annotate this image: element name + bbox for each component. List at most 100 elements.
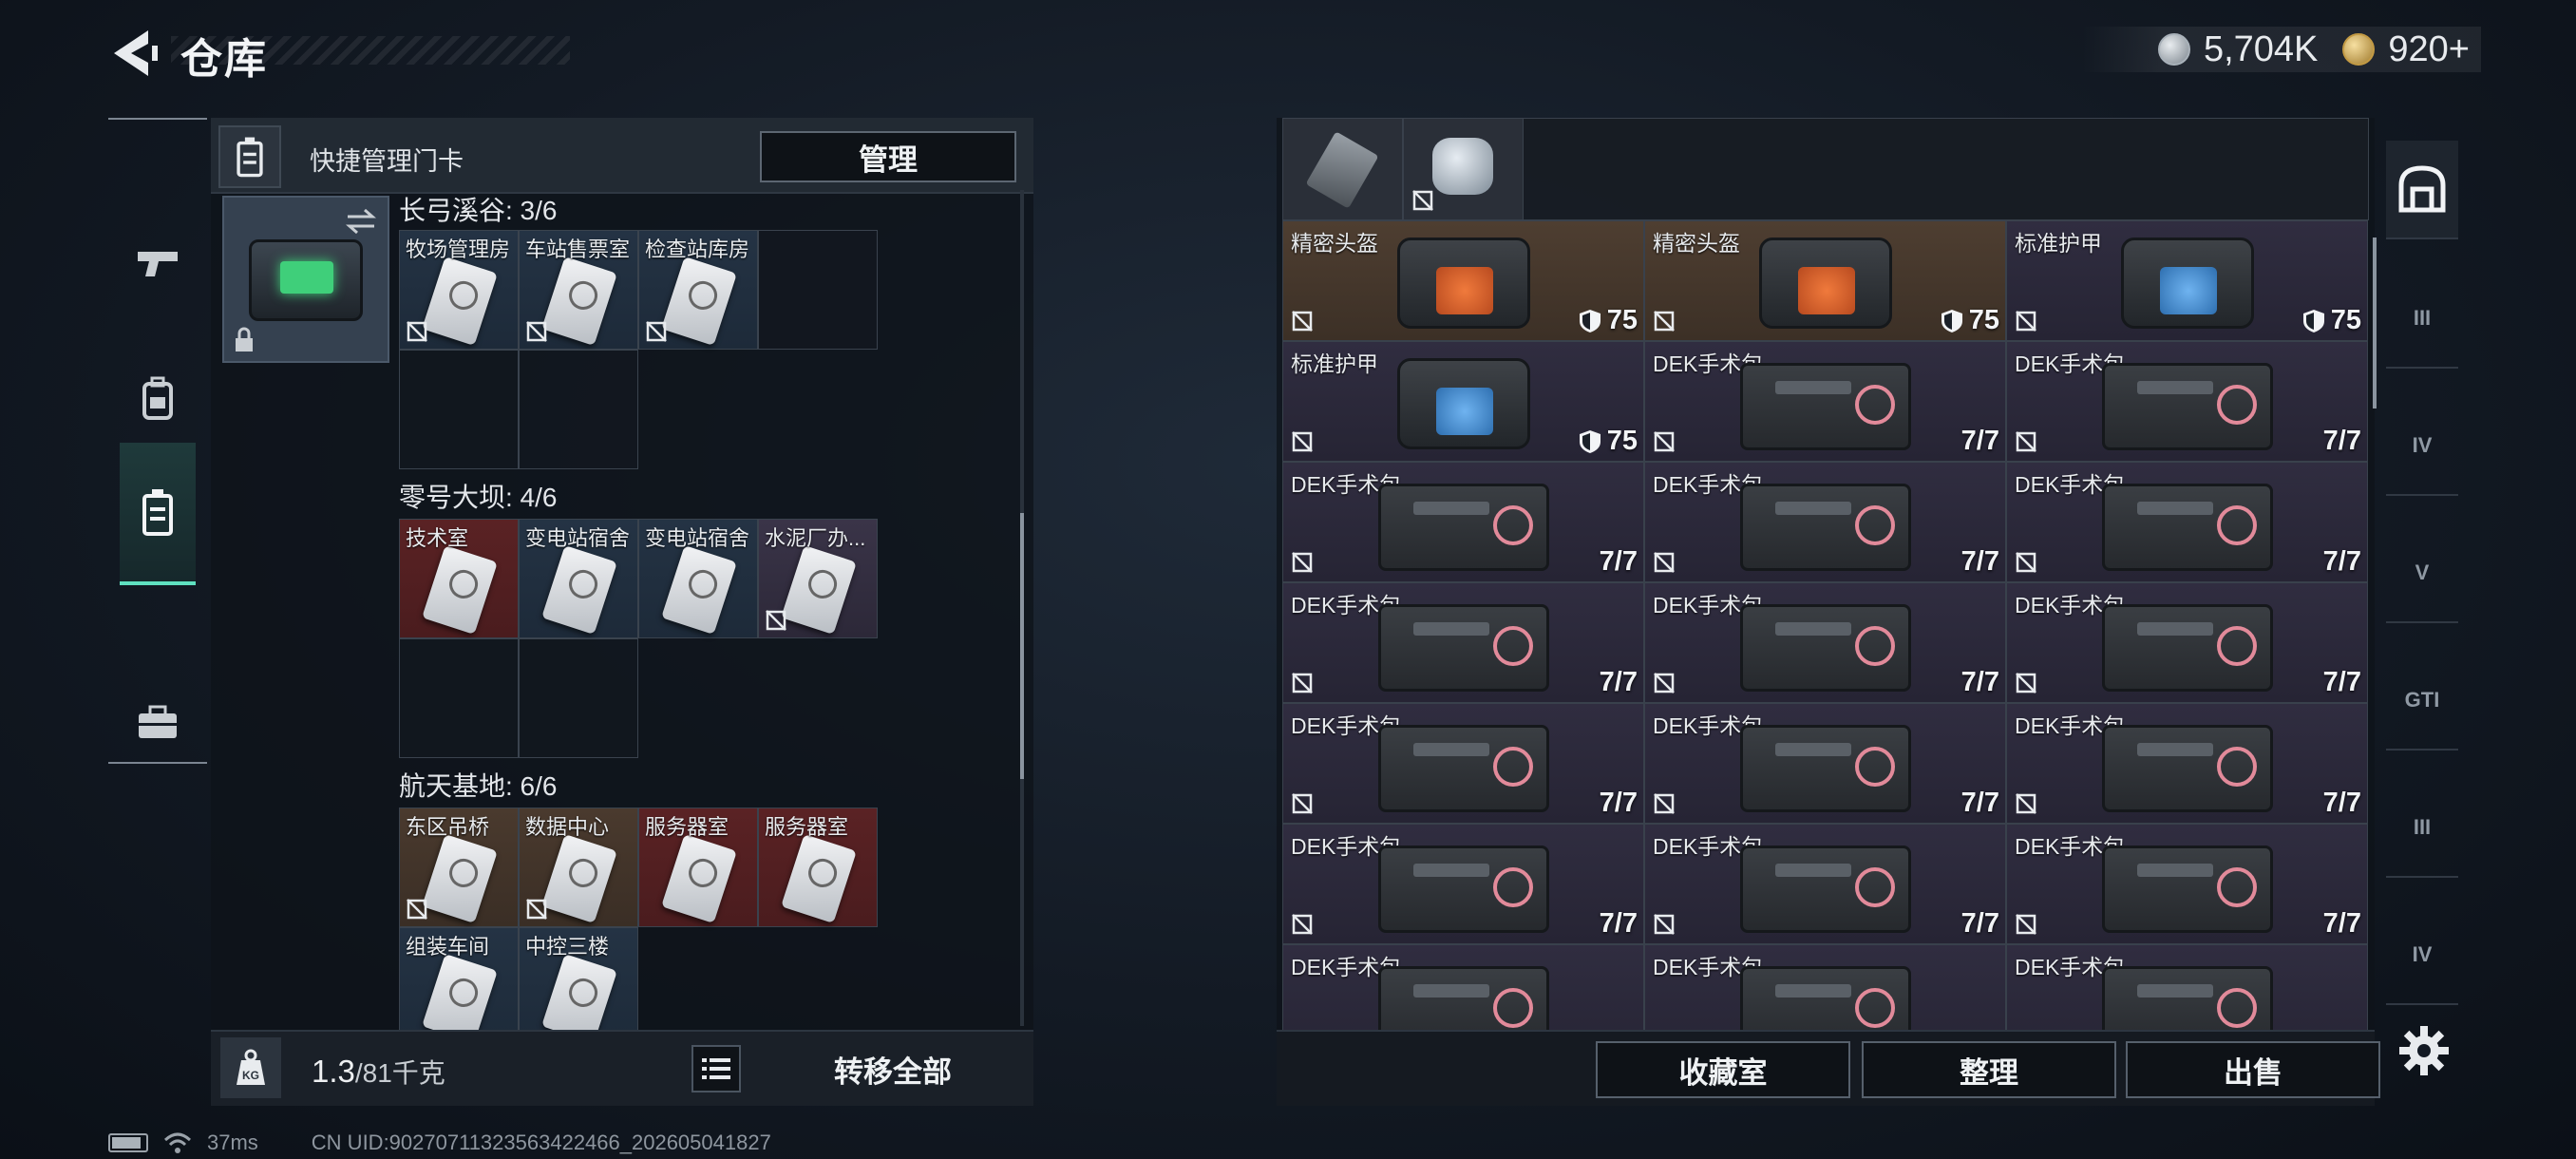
keycard-case-slot[interactable] <box>222 196 389 363</box>
nav-weapons[interactable] <box>120 192 196 334</box>
swap-icon[interactable] <box>344 207 378 236</box>
surgical-kit-art <box>2101 362 2273 450</box>
item-name: 精密头盔 <box>1653 231 1740 256</box>
list-view-button[interactable] <box>691 1045 741 1092</box>
section-title-longbow: 长弓溪谷: 3/6 <box>399 196 558 225</box>
item-cell[interactable]: DEK手术包 7/7 <box>1282 462 1644 582</box>
uses-remaining: 7/7 <box>1960 788 1999 818</box>
item-cell[interactable]: DEK手术包 7/7 <box>1644 703 2006 824</box>
nav-items[interactable] <box>120 652 196 794</box>
empty-keycard-slot[interactable] <box>758 230 878 350</box>
keycard-label: 中控三楼 <box>525 935 610 959</box>
keycard-cell[interactable]: 服务器室 <box>758 808 878 927</box>
item-cell[interactable]: DEK手术包 7/7 <box>1282 824 1644 944</box>
back-arrow-icon[interactable] <box>106 25 163 82</box>
empty-keycard-slot[interactable] <box>519 350 638 469</box>
item-cell[interactable]: 精密头盔 75 <box>1282 220 1644 341</box>
no-link-icon <box>407 899 427 920</box>
keycard-art <box>422 953 498 1030</box>
item-cell[interactable]: DEK手术包 7/7 <box>2006 582 2368 703</box>
empty-keycard-slot[interactable] <box>399 638 519 758</box>
storage-tab-3[interactable]: III <box>2386 270 2458 369</box>
keycard-art <box>422 833 498 924</box>
organize-button[interactable]: 整理 <box>1862 1041 2116 1098</box>
no-link-icon <box>1292 311 1313 332</box>
quick-manage-label: 快捷管理门卡 <box>310 147 464 176</box>
storage-tab-vault[interactable] <box>2386 141 2458 239</box>
item-cell[interactable]: DEK手术包 7/7 <box>2006 462 2368 582</box>
no-link-icon <box>526 899 547 920</box>
item-cell[interactable]: DEK手术包 <box>2006 944 2368 1030</box>
item-cell[interactable]: 标准护甲 75 <box>2006 220 2368 341</box>
keycard-cell[interactable]: 牧场管理房 <box>399 230 519 350</box>
carry-weight: 1.3/81千克 <box>312 1053 445 1091</box>
gold-currency-value[interactable]: 920+ <box>2388 29 2470 70</box>
sell-button[interactable]: 出售 <box>2126 1041 2380 1098</box>
collection-room-button[interactable]: 收藏室 <box>1596 1041 1850 1098</box>
keycard-cell[interactable]: 水泥厂办... <box>758 519 878 638</box>
battery-icon <box>108 1133 148 1152</box>
armor-item-art <box>1396 358 1530 449</box>
silver-currency-value: 5,704K <box>2203 28 2319 69</box>
item-cell[interactable]: DEK手术包 7/7 <box>1282 703 1644 824</box>
keycard-cell[interactable]: 变电站宿舍 <box>638 519 758 638</box>
keycard-cell[interactable]: 东区吊桥 <box>399 808 519 927</box>
surgical-kit-art <box>2101 603 2273 692</box>
keycard-cell[interactable]: 车站售票室 <box>519 230 638 350</box>
item-cell[interactable]: DEK手术包 7/7 <box>2006 341 2368 462</box>
keycard-cell[interactable]: 组装车间 <box>399 927 519 1030</box>
item-cell[interactable]: DEK手术包 7/7 <box>1644 582 2006 703</box>
keycard-label: 变电站宿舍 <box>645 526 750 550</box>
item-cell[interactable]: DEK手术包 7/7 <box>1644 341 2006 462</box>
keycard-label: 组装车间 <box>406 935 490 959</box>
keycard-label: 车站售票室 <box>525 238 631 261</box>
nav-keycards[interactable] <box>120 443 196 585</box>
keycard-art <box>541 256 617 347</box>
list-icon <box>702 1058 730 1079</box>
helmet-item-art <box>1396 238 1530 329</box>
uses-remaining: 7/7 <box>1599 908 1638 939</box>
keycard-cell[interactable]: 服务器室 <box>638 808 758 927</box>
keycard-cell[interactable]: 技术室 <box>399 519 519 638</box>
surgical-kit-art <box>1739 724 1911 812</box>
keycard-cell[interactable]: 变电站宿舍 <box>519 519 638 638</box>
manage-button[interactable]: 管理 <box>760 131 1016 182</box>
item-cell[interactable]: 精密头盔 75 <box>1644 220 2006 341</box>
empty-keycard-slot[interactable] <box>399 350 519 469</box>
storage-tab-4[interactable]: IV <box>2386 397 2458 496</box>
keycard-label: 数据中心 <box>525 815 610 839</box>
item-cell[interactable]: 标准护甲 75 <box>1282 341 1644 462</box>
storage-tab-ammo-3[interactable]: III <box>2386 779 2458 878</box>
no-link-icon <box>1292 673 1313 694</box>
keycard-cell[interactable]: 数据中心 <box>519 808 638 927</box>
keycard-cell[interactable]: 中控三楼 <box>519 927 638 1030</box>
surgical-kit-art <box>2101 965 2273 1030</box>
item-cell[interactable]: DEK手术包 <box>1282 944 1644 1030</box>
transfer-all-button[interactable]: 转移全部 <box>779 1045 1007 1092</box>
item-cell[interactable]: DEK手术包 7/7 <box>1282 582 1644 703</box>
item-cell[interactable]: DEK手术包 7/7 <box>1644 462 2006 582</box>
item-cell[interactable]: DEK手术包 7/7 <box>2006 824 2368 944</box>
uses-remaining: 7/7 <box>2322 908 2361 939</box>
item-cell[interactable]: DEK手术包 <box>1644 944 2006 1030</box>
empty-keycard-slot[interactable] <box>519 638 638 758</box>
storage-tab-ammo-4[interactable]: IV <box>2386 906 2458 1005</box>
no-link-icon <box>2016 793 2036 814</box>
keycard-cell[interactable]: 检查站库房 <box>638 230 758 350</box>
weight-icon-box: KG <box>220 1037 281 1098</box>
gear-icon[interactable] <box>2396 1022 2453 1079</box>
item-cell[interactable] <box>1282 118 1403 220</box>
item-cell[interactable] <box>1403 118 1524 220</box>
uses-remaining: 7/7 <box>1599 788 1638 818</box>
tier-3-ammo-icon: III <box>2413 815 2432 839</box>
canister-item-art <box>1432 138 1493 195</box>
carry-weight-max: /81千克 <box>354 1058 445 1088</box>
item-cell[interactable]: DEK手术包 7/7 <box>1644 824 2006 944</box>
storage-tab-5[interactable]: V <box>2386 524 2458 623</box>
left-scroll-thumb[interactable] <box>1020 513 1024 779</box>
storage-tab-gti[interactable]: GTI <box>2386 652 2458 750</box>
right-scroll-thumb[interactable] <box>2373 238 2377 408</box>
no-link-icon <box>766 610 786 631</box>
uses-remaining: 7/7 <box>1960 667 1999 697</box>
item-cell[interactable]: DEK手术包 7/7 <box>2006 703 2368 824</box>
